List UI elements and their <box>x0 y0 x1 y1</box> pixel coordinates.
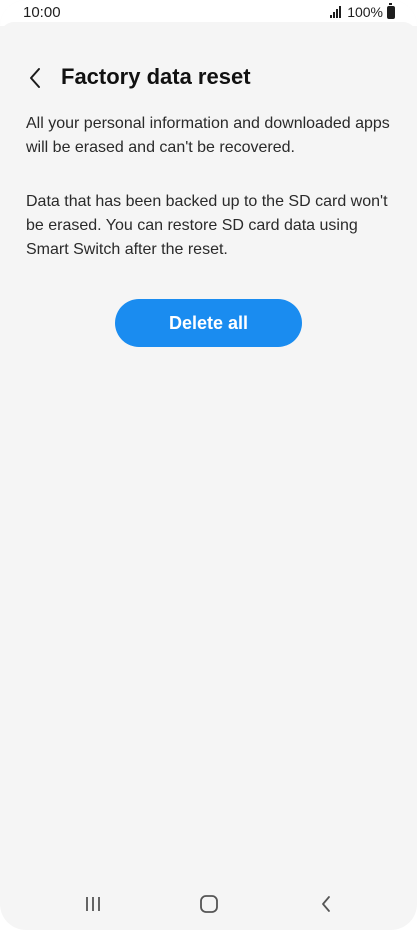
battery-percentage: 100% <box>347 4 383 20</box>
status-bar: 10:00 100% <box>0 0 417 36</box>
signal-icon <box>330 6 342 18</box>
battery-icon <box>387 2 395 19</box>
recents-button[interactable] <box>73 888 113 920</box>
nav-back-button[interactable] <box>306 888 346 920</box>
chevron-left-icon <box>30 68 40 88</box>
erase-warning-text: All your personal information and downlo… <box>26 115 390 156</box>
back-button[interactable] <box>20 60 50 96</box>
status-time: 10:00 <box>23 4 61 21</box>
back-icon <box>322 896 330 912</box>
sd-card-info-text: Data that has been backed up to the SD c… <box>26 193 388 258</box>
page-title: Factory data reset <box>61 64 251 89</box>
camera-notch <box>174 0 244 24</box>
recents-icon <box>86 897 100 911</box>
home-button[interactable] <box>189 888 229 920</box>
home-icon <box>200 895 218 913</box>
page-header: Factory data reset <box>0 58 417 98</box>
phone-screen: 10:00 100% Factory data reset All your p… <box>0 0 417 930</box>
delete-all-button[interactable]: Delete all <box>115 299 302 347</box>
navigation-bar <box>0 880 417 928</box>
status-indicators: 100% <box>330 2 395 20</box>
